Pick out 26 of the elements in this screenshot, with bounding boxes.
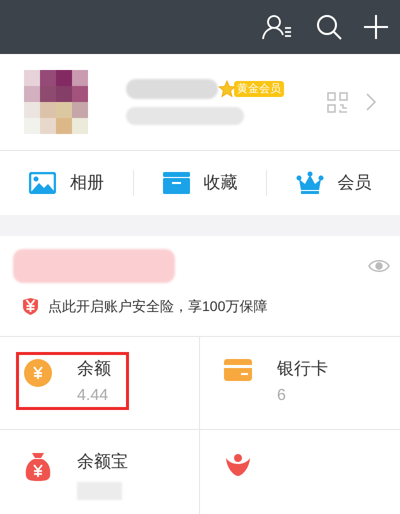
coin-icon xyxy=(24,359,52,387)
picture-icon xyxy=(28,172,56,194)
shield-icon xyxy=(23,298,38,315)
add-icon[interactable] xyxy=(364,15,388,39)
card-icon xyxy=(224,359,252,381)
tile-label: 银行卡 xyxy=(277,358,328,380)
shortcut-button[interactable]: 会员 xyxy=(296,170,372,196)
insurance-link[interactable]: 点此开启账户安全险，享100万保障 xyxy=(48,296,268,317)
person-icon xyxy=(225,452,251,478)
tile-value: 6 xyxy=(277,386,287,406)
tray-icon xyxy=(162,172,190,194)
star-icon xyxy=(218,80,236,98)
shortcut-button[interactable]: 收藏 xyxy=(162,170,238,196)
member-badge: 黄金会员 xyxy=(234,81,284,97)
tile-label: 余额宝 xyxy=(77,451,128,473)
contacts-icon[interactable] xyxy=(262,14,294,40)
tile-label: 余额 xyxy=(77,358,111,380)
grid-tile[interactable]: 余额宝 xyxy=(0,430,200,514)
money-bag-icon xyxy=(25,452,51,482)
grid-tile[interactable]: 银行卡 6 xyxy=(200,337,400,430)
crown-icon xyxy=(296,171,324,195)
tile-value: 4.44 xyxy=(77,386,110,406)
avatar[interactable] xyxy=(24,70,88,134)
search-icon[interactable] xyxy=(316,14,342,40)
grid-tile[interactable]: 余额 4.44 xyxy=(0,337,200,430)
shortcut-button[interactable]: 相册 xyxy=(28,170,104,196)
